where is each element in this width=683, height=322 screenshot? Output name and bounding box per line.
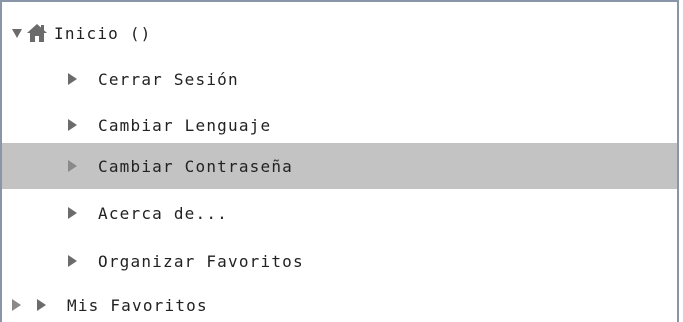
menu-item-label: Cambiar Contraseña	[98, 156, 293, 176]
menu-item-cambiar-contrasena[interactable]: Cambiar Contraseña	[2, 143, 677, 189]
menu-item-cerrar-sesion[interactable]: Cerrar Sesión	[2, 56, 677, 102]
triangle-right-icon	[68, 119, 77, 131]
menu-item-label: Acerca de...	[98, 203, 228, 223]
menu-item-mis-favoritos[interactable]: Mis Favoritos	[2, 282, 677, 322]
menu-tree-panel: Inicio () Cerrar Sesión Cambiar Lenguaje…	[0, 0, 679, 322]
home-icon	[27, 24, 47, 42]
menu-item-label: Organizar Favoritos	[98, 251, 304, 271]
triangle-right-icon	[68, 207, 77, 219]
triangle-right-icon[interactable]	[12, 299, 21, 311]
menu-item-label: Cambiar Lenguaje	[98, 115, 272, 135]
menu-item-label: Cerrar Sesión	[98, 69, 239, 89]
triangle-right-icon	[68, 160, 77, 172]
triangle-down-icon[interactable]	[12, 28, 22, 38]
menu-item-label: Mis Favoritos	[67, 295, 208, 315]
tree-root-label: Inicio ()	[54, 23, 152, 43]
menu-item-organizar-favoritos[interactable]: Organizar Favoritos	[2, 238, 677, 284]
menu-item-acerca-de[interactable]: Acerca de...	[2, 190, 677, 236]
menu-item-cambiar-lenguaje[interactable]: Cambiar Lenguaje	[2, 102, 677, 148]
tree-root-inicio[interactable]: Inicio ()	[2, 10, 677, 56]
triangle-right-icon	[37, 299, 46, 311]
triangle-right-icon	[68, 255, 77, 267]
triangle-right-icon	[68, 73, 77, 85]
